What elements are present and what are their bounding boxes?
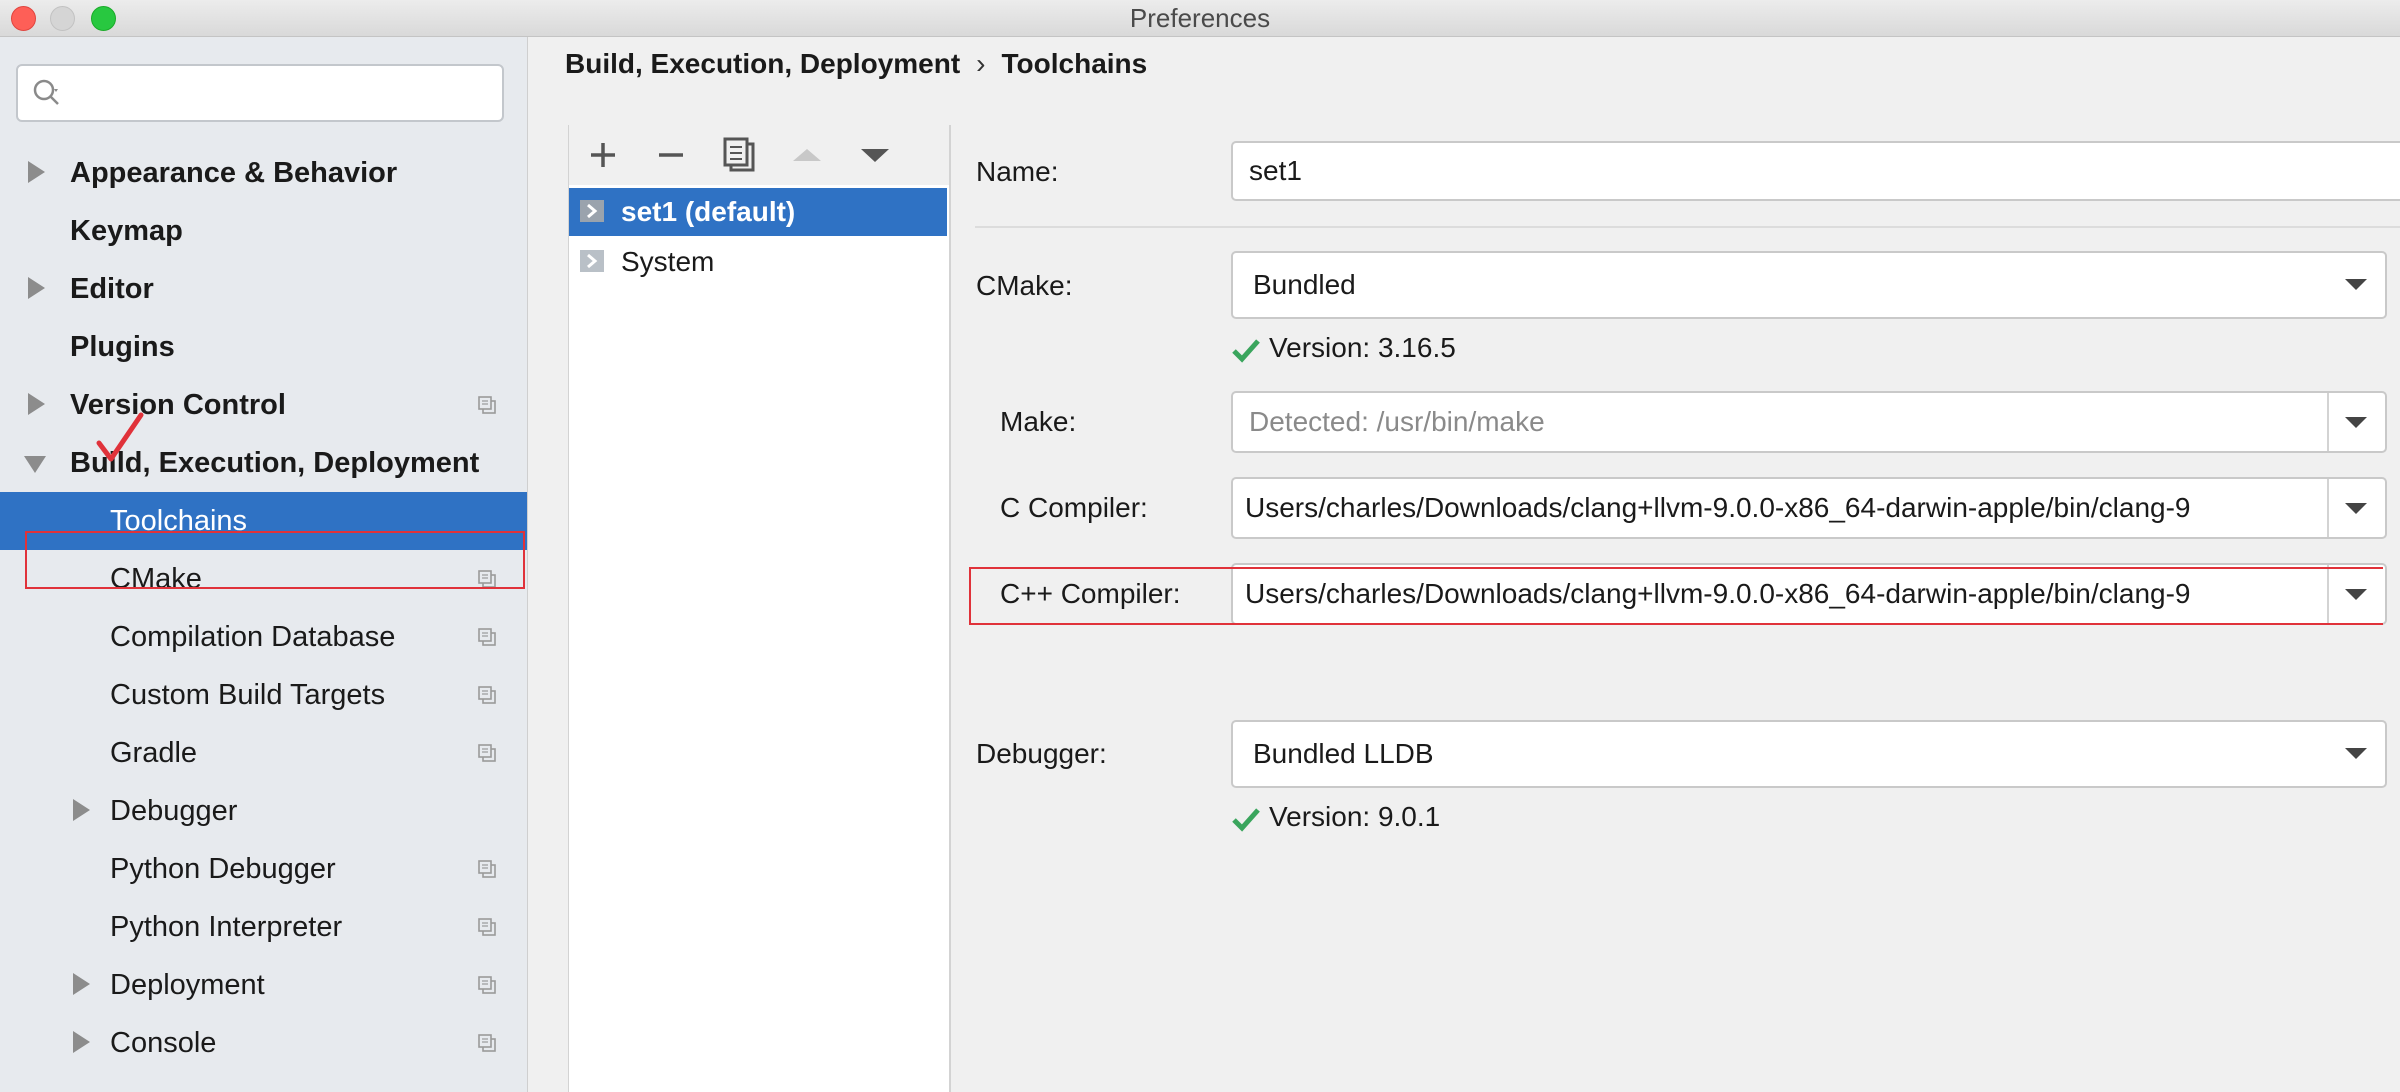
window-title: Preferences xyxy=(1129,3,1271,33)
annotation-highlight-cpp-compiler xyxy=(969,567,2383,625)
annotation-highlight-toolchains xyxy=(25,531,525,589)
add-icon[interactable] xyxy=(583,135,623,175)
c-compiler-field[interactable]: Users/charles/Downloads/clang+llvm-9.0.0… xyxy=(1231,477,2387,539)
make-field-placeholder: Detected: /usr/bin/make xyxy=(1249,406,1545,437)
sidebar-item-label: Gradle xyxy=(110,737,198,769)
debugger-dropdown[interactable]: Bundled LLDB xyxy=(1231,720,2387,788)
move-up-icon[interactable] xyxy=(787,135,827,175)
project-level-icon xyxy=(478,628,496,646)
check-icon xyxy=(1232,807,1260,832)
collapsed-arrow-icon[interactable] xyxy=(28,161,45,183)
project-level-icon xyxy=(478,976,496,994)
sidebar-item-keymap[interactable]: Keymap xyxy=(0,202,527,260)
make-label: Make: xyxy=(1000,406,1077,437)
make-dropdown-button[interactable] xyxy=(2327,393,2385,451)
cmake-version: Version: 3.16.5 xyxy=(1231,332,1456,364)
chevron-down-icon[interactable] xyxy=(2329,253,2385,317)
c-compiler-label: C Compiler: xyxy=(1000,492,1148,523)
project-level-icon xyxy=(478,1034,496,1052)
collapsed-arrow-icon[interactable] xyxy=(73,973,90,995)
sidebar-item-label: Compilation Database xyxy=(110,621,396,653)
annotation-checkmark-icon xyxy=(96,412,144,462)
search-icon xyxy=(33,79,59,105)
sidebar-item-label: Keymap xyxy=(70,215,183,247)
project-level-icon xyxy=(478,686,496,704)
sidebar-item-label: Deployment xyxy=(110,969,265,1001)
toolchain-item-label: System xyxy=(621,246,715,277)
move-down-icon[interactable] xyxy=(855,135,895,175)
sidebar-item-label: Debugger xyxy=(110,795,238,827)
sidebar-item-debugger[interactable]: Debugger xyxy=(0,782,527,840)
sidebar-item-build-execution-deployment[interactable]: Build, Execution, Deployment xyxy=(0,434,527,492)
sidebar-item-label: Appearance & Behavior xyxy=(70,157,398,189)
sidebar-item-label: Editor xyxy=(70,273,154,305)
toolchain-icon xyxy=(580,250,604,272)
settings-search-input[interactable] xyxy=(16,64,504,122)
c-compiler-dropdown-button[interactable] xyxy=(2327,479,2385,537)
sidebar-item-label: Python Debugger xyxy=(110,853,336,885)
debugger-dropdown-value: Bundled LLDB xyxy=(1253,738,1434,769)
name-field[interactable]: set1 xyxy=(1231,141,2400,201)
cmake-label: CMake: xyxy=(976,270,1073,301)
project-level-icon xyxy=(478,396,496,414)
sidebar-item-python-debugger[interactable]: Python Debugger xyxy=(0,840,527,898)
project-level-icon xyxy=(478,860,496,878)
name-field-value: set1 xyxy=(1249,155,1302,186)
cmake-dropdown-value: Bundled xyxy=(1253,269,1356,300)
toolchain-item-system[interactable]: System xyxy=(569,238,947,286)
toolchain-icon xyxy=(580,200,604,222)
sidebar-item-console[interactable]: Console xyxy=(0,1014,527,1072)
name-label: Name: xyxy=(976,156,1059,187)
collapsed-arrow-icon[interactable] xyxy=(28,393,45,415)
breadcrumb-current: Toolchains xyxy=(1001,48,1148,79)
sidebar-item-label: Python Interpreter xyxy=(110,911,343,943)
c-compiler-field-value: Users/charles/Downloads/clang+llvm-9.0.0… xyxy=(1245,492,2191,523)
sidebar-item-python-interpreter[interactable]: Python Interpreter xyxy=(0,898,527,956)
debugger-version: Version: 9.0.1 xyxy=(1231,801,1440,833)
toolchains-list-panel: set1 (default) System xyxy=(568,125,951,1092)
copy-icon[interactable] xyxy=(719,135,759,175)
make-field[interactable]: Detected: /usr/bin/make xyxy=(1231,391,2387,453)
sidebar-item-compilation-database[interactable]: Compilation Database xyxy=(0,608,527,666)
sidebar-item-gradle[interactable]: Gradle xyxy=(0,724,527,782)
list-toolbar xyxy=(569,125,949,183)
sidebar-item-editor[interactable]: Editor xyxy=(0,260,527,318)
debugger-label: Debugger: xyxy=(976,738,1107,769)
check-icon xyxy=(1232,338,1260,363)
chevron-down-icon[interactable] xyxy=(2329,722,2385,786)
toolchain-item-set1[interactable]: set1 (default) xyxy=(569,188,947,236)
remove-icon[interactable] xyxy=(651,135,691,175)
breadcrumb-parent[interactable]: Build, Execution, Deployment xyxy=(565,48,960,79)
expanded-arrow-icon[interactable] xyxy=(24,456,46,473)
sidebar-item-label: Plugins xyxy=(70,331,175,363)
toolchain-item-label: set1 (default) xyxy=(621,196,796,227)
breadcrumb-separator: › xyxy=(976,48,986,79)
divider xyxy=(975,226,2400,228)
collapsed-arrow-icon[interactable] xyxy=(73,799,90,821)
breadcrumb: Build, Execution, Deployment › Toolchains xyxy=(565,48,1147,80)
project-level-icon xyxy=(478,918,496,936)
sidebar-item-label: Console xyxy=(110,1027,217,1059)
sidebar-item-deployment[interactable]: Deployment xyxy=(0,956,527,1014)
sidebar-item-plugins[interactable]: Plugins xyxy=(0,318,527,376)
debugger-version-text: Version: 9.0.1 xyxy=(1269,801,1441,832)
toolchains-list: set1 (default) System xyxy=(569,185,949,1092)
collapsed-arrow-icon[interactable] xyxy=(28,277,45,299)
cmake-dropdown[interactable]: Bundled xyxy=(1231,251,2387,319)
title-bar: Preferences xyxy=(0,0,2400,37)
settings-sidebar: Appearance & Behavior Keymap Editor Plugins… xyxy=(0,37,528,1092)
sidebar-item-label: Custom Build Targets xyxy=(110,679,386,711)
sidebar-item-appearance-behavior[interactable]: Appearance & Behavior xyxy=(0,144,527,202)
cmake-version-text: Version: 3.16.5 xyxy=(1269,332,1456,363)
collapsed-arrow-icon[interactable] xyxy=(73,1031,90,1053)
project-level-icon xyxy=(478,744,496,762)
sidebar-item-custom-build-targets[interactable]: Custom Build Targets xyxy=(0,666,527,724)
sidebar-item-version-control[interactable]: Version Control xyxy=(0,376,527,434)
